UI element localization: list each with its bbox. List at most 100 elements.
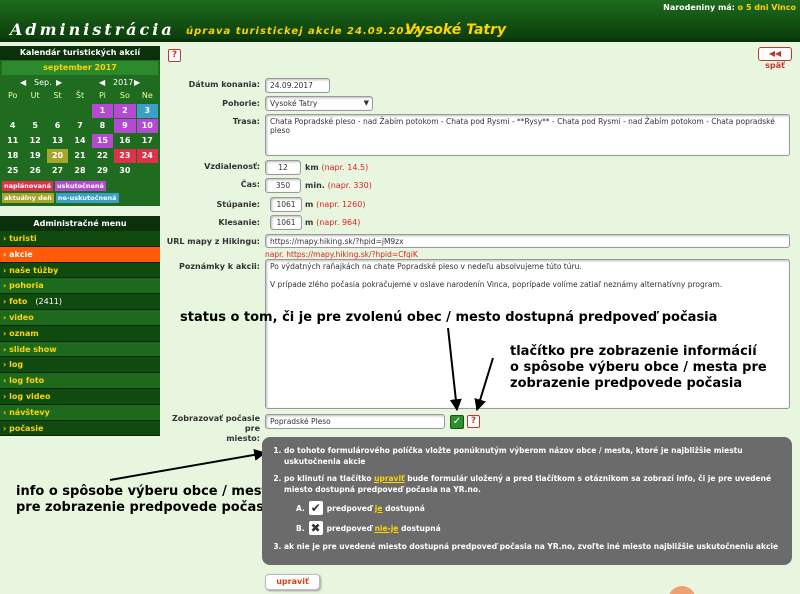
- menu-item-pocasie[interactable]: › počasie: [0, 420, 160, 437]
- date-input[interactable]: 24.09.2017: [265, 78, 330, 93]
- birthday-days: o 5 dni: [737, 3, 769, 12]
- weather-place-input[interactable]: Popradské Pleso: [265, 414, 445, 429]
- calendar-day[interactable]: 13: [47, 134, 68, 148]
- calendar-day[interactable]: 24: [136, 149, 158, 163]
- calendar-day[interactable]: 3: [136, 104, 158, 118]
- calendar-day-today[interactable]: 20: [46, 149, 69, 163]
- calendar-day[interactable]: 6: [47, 119, 68, 133]
- map-url-example: napr. https://mapy.hiking.sk/?hpid=CfqiK: [265, 250, 418, 259]
- calendar-day[interactable]: 26: [24, 164, 45, 178]
- checkmark-icon: ✔: [308, 501, 323, 515]
- range-select[interactable]: Vysoké Tatry ▼: [265, 96, 373, 111]
- day-name: Po: [7, 91, 18, 100]
- calendar-day[interactable]: 22: [92, 149, 113, 163]
- calendar-day[interactable]: 16: [114, 134, 135, 148]
- year-label[interactable]: 2017: [113, 78, 133, 87]
- calendar-day[interactable]: 2: [114, 104, 136, 118]
- foto-count: (2411): [35, 297, 62, 307]
- page-title: Administrácia: [10, 20, 175, 39]
- calendar-day[interactable]: 9: [114, 119, 136, 133]
- day-name: St: [53, 91, 62, 100]
- menu-item-pohoria[interactable]: › pohoria: [0, 278, 160, 295]
- descent-input[interactable]: 1061: [270, 215, 302, 230]
- admin-menu-heading: Administračné menu: [0, 216, 160, 231]
- info-item: do tohoto formulárového políčka vložte p…: [284, 445, 782, 467]
- distance-label: Vzdialenosť:: [204, 162, 260, 171]
- info-item: ak nie je pre uvedené miesto dostupná pr…: [284, 541, 782, 552]
- calendar-heading: Kalendár turistických akcií: [0, 46, 160, 60]
- descent-example: (napr. 964): [316, 218, 361, 227]
- ascent-input[interactable]: 1061: [270, 197, 302, 212]
- menu-item-nase-tuzby[interactable]: › naše túžby: [0, 262, 160, 279]
- menu-item-log-video[interactable]: › log video: [0, 388, 160, 405]
- page-help-button[interactable]: ?: [168, 49, 181, 62]
- birthday-name-link[interactable]: Vinco: [771, 3, 796, 12]
- calendar-day[interactable]: 7: [69, 119, 90, 133]
- calendar-empty: [24, 104, 45, 118]
- descent-label: Klesanie:: [218, 218, 260, 227]
- calendar-day[interactable]: 14: [69, 134, 90, 148]
- info-item: po klinutí na tlačítko upraviť bude form…: [284, 473, 782, 535]
- menu-item-oznam[interactable]: › oznam: [0, 325, 160, 342]
- annotation-button-info: tlačítko pre zobrazenie informácií o spô…: [510, 344, 767, 391]
- calendar-day[interactable]: 15: [91, 134, 114, 148]
- time-example: (napr. 330): [327, 181, 372, 190]
- birthday-notice: Narodeniny má: o 5 dni Vinco: [663, 3, 796, 12]
- calendar: september 2017 ◀ Sep. ▶ ◀ 2017 ▶ Po Ut S…: [0, 60, 160, 206]
- descent-unit: m (napr. 964): [305, 218, 361, 227]
- calendar-nav: ◀ Sep. ▶ ◀ 2017 ▶: [2, 75, 158, 89]
- next-year-icon[interactable]: ▶: [134, 78, 140, 87]
- map-url-input[interactable]: https://mapy.hiking.sk/?hpid=jM9zx: [265, 234, 790, 248]
- menu-item-video[interactable]: › video: [0, 309, 160, 326]
- calendar-day[interactable]: 25: [2, 164, 23, 178]
- notes-label: Poznámky k akcii:: [178, 262, 260, 271]
- save-button[interactable]: upraviť: [265, 574, 320, 590]
- prev-month-icon[interactable]: ◀: [20, 78, 26, 87]
- time-input[interactable]: 350: [265, 178, 301, 193]
- notes-line: V prípade zlého počasia pokračujeme v os…: [270, 280, 723, 289]
- prev-month-label[interactable]: Sep.: [34, 78, 52, 87]
- menu-item-log-foto[interactable]: › log foto: [0, 373, 160, 389]
- back-button[interactable]: ◀◀ späť: [758, 47, 792, 70]
- calendar-day[interactable]: 23: [114, 149, 136, 163]
- weather-help-button[interactable]: ?: [467, 415, 480, 428]
- calendar-day[interactable]: 12: [24, 134, 45, 148]
- distance-input[interactable]: 12: [265, 160, 301, 175]
- prev-year-icon[interactable]: ◀: [99, 78, 105, 87]
- event-place: Vysoké Tatry: [405, 22, 507, 38]
- route-textarea[interactable]: Chata Popradské pleso - nad Žabím potoko…: [265, 114, 790, 156]
- scroll-top-button[interactable]: [668, 586, 696, 594]
- calendar-day[interactable]: 29: [92, 164, 113, 178]
- menu-item-slide-show[interactable]: › slide show: [0, 341, 160, 358]
- time-label: Čas:: [240, 180, 260, 189]
- next-month-icon[interactable]: ▶: [56, 78, 62, 87]
- calendar-legend: naplánovaná uskutočnená aktuálny deň ne-…: [2, 181, 158, 203]
- calendar-day[interactable]: 10: [136, 119, 158, 133]
- calendar-day[interactable]: 21: [69, 149, 90, 163]
- legend-done: uskutočnená: [55, 181, 106, 191]
- calendar-day[interactable]: 17: [137, 134, 158, 148]
- calendar-day[interactable]: 1: [91, 104, 114, 118]
- menu-item-navstevy[interactable]: › návštevy: [0, 404, 160, 421]
- map-label: URL mapy z Hikingu:: [166, 237, 260, 246]
- menu-item-turisti[interactable]: › turisti: [0, 231, 160, 247]
- menu-item-foto[interactable]: › foto (2411): [0, 294, 160, 310]
- ascent-example: (napr. 1260): [316, 200, 366, 209]
- weather-info-box: do tohoto formulárového políčka vložte p…: [262, 437, 792, 565]
- calendar-day[interactable]: 30: [114, 164, 135, 178]
- calendar-day[interactable]: 28: [69, 164, 90, 178]
- legend-today: aktuálny deň: [2, 193, 54, 203]
- calendar-day[interactable]: 27: [47, 164, 68, 178]
- calendar-day[interactable]: 8: [92, 119, 113, 133]
- day-name: Ut: [30, 91, 40, 100]
- route-label: Trasa:: [232, 117, 260, 126]
- calendar-day[interactable]: 19: [24, 149, 45, 163]
- cross-icon: ✖: [308, 521, 323, 535]
- menu-item-akcie[interactable]: › akcie: [0, 246, 160, 263]
- calendar-day[interactable]: 4: [2, 119, 23, 133]
- calendar-day[interactable]: 18: [2, 149, 23, 163]
- calendar-day[interactable]: 11: [2, 134, 23, 148]
- menu-item-log[interactable]: › log: [0, 357, 160, 374]
- calendar-day[interactable]: 5: [24, 119, 45, 133]
- notes-line: Po výdatných raňajkách na chate Popradsk…: [270, 262, 582, 271]
